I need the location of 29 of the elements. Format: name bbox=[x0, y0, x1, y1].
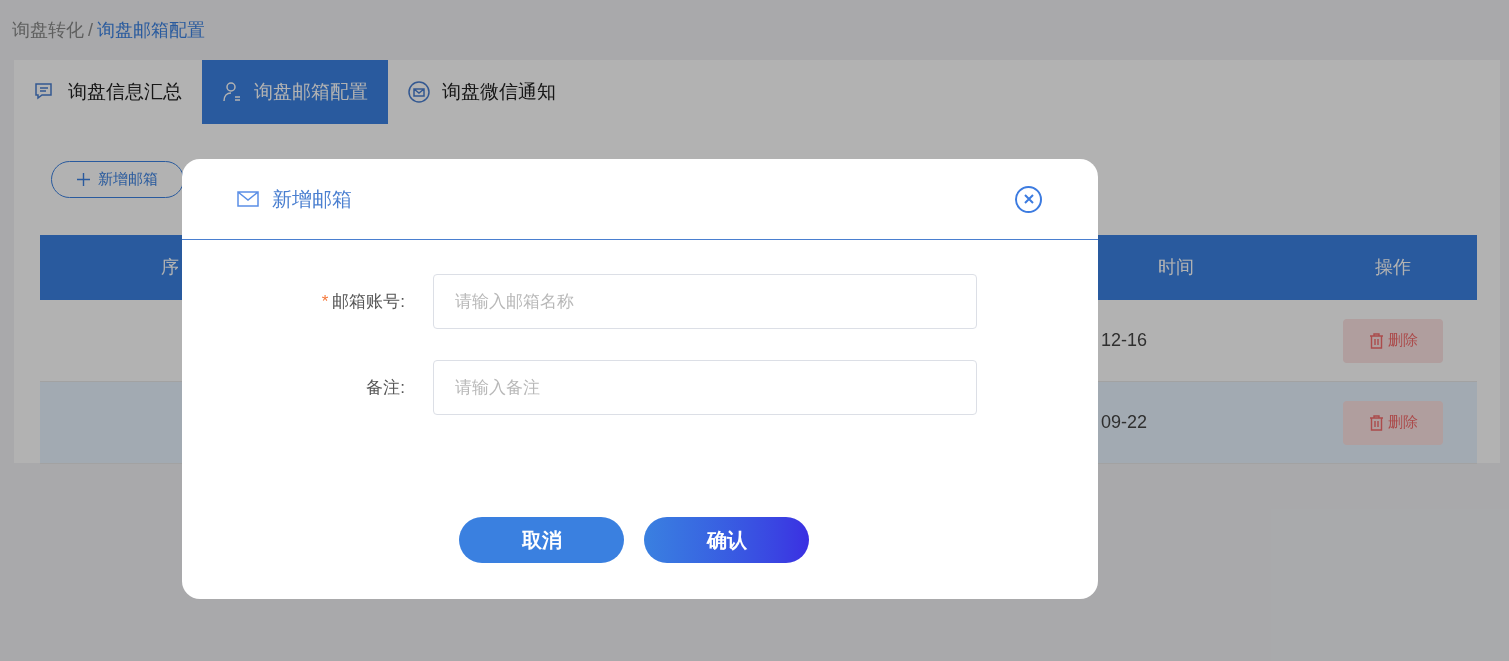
table-cell-text: 09-22 bbox=[1100, 411, 1149, 434]
close-button[interactable] bbox=[1015, 185, 1042, 213]
column-header: 操作 bbox=[1374, 256, 1412, 279]
plus-icon bbox=[77, 173, 90, 186]
delete-button[interactable]: 删除 bbox=[1343, 318, 1443, 363]
table-cell-text: 12-16 bbox=[1100, 329, 1149, 352]
mail-icon bbox=[237, 191, 259, 207]
input-field[interactable]: 请输入邮箱名称 bbox=[433, 274, 977, 329]
cancel-button[interactable]: 取消 bbox=[459, 517, 624, 563]
mail-icon bbox=[408, 81, 430, 103]
column-header: 序 bbox=[160, 256, 180, 279]
close-icon bbox=[1023, 194, 1034, 204]
dialog-title: 新增邮箱 bbox=[272, 187, 352, 212]
input-field[interactable]: 请输入备注 bbox=[433, 360, 977, 415]
breadcrumb-item[interactable]: 询盘转化 bbox=[12, 16, 84, 44]
field-label: 邮箱账号: bbox=[332, 290, 405, 313]
tab[interactable]: 询盘邮箱配置 bbox=[202, 60, 388, 124]
column-header: 时间 bbox=[1157, 256, 1195, 279]
field-label: 备注: bbox=[366, 376, 405, 399]
tab[interactable]: 询盘信息汇总 bbox=[14, 60, 202, 124]
confirm-button[interactable]: 确认 bbox=[644, 517, 809, 563]
trash-icon bbox=[1368, 414, 1384, 431]
user-icon bbox=[222, 81, 242, 103]
delete-button[interactable]: 删除 bbox=[1343, 400, 1443, 445]
required-asterisk: * bbox=[321, 290, 329, 313]
tab[interactable]: 询盘微信通知 bbox=[388, 60, 576, 124]
breadcrumb-item[interactable]: 询盘邮箱配置 bbox=[97, 16, 205, 44]
trash-icon bbox=[1368, 332, 1384, 349]
breadcrumb-separator: / bbox=[88, 18, 93, 42]
